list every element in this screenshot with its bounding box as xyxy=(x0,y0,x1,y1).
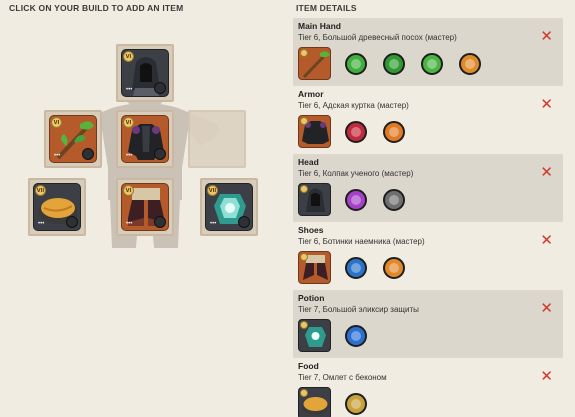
quality-icon xyxy=(154,82,166,94)
detail-row-head: Head Tier 6, Колпак ученого (мастер) ✕ xyxy=(293,154,563,222)
slot-armor[interactable]: VI ••• xyxy=(116,110,174,168)
grey-spell-icon[interactable] xyxy=(383,188,405,211)
quality-dots: ••• xyxy=(126,153,133,159)
scholar-cowl-icon[interactable] xyxy=(298,183,331,216)
slot-name: Armor xyxy=(298,89,324,99)
quality-icon xyxy=(82,148,94,160)
slot-name: Shoes xyxy=(298,225,324,235)
orange-spell-icon[interactable] xyxy=(383,120,405,143)
quality-dots: ••• xyxy=(210,221,217,227)
great-nature-staff-icon[interactable] xyxy=(298,47,331,80)
slot-name: Food xyxy=(298,361,319,371)
tier-badge: VI xyxy=(123,185,134,196)
quality-dots: ••• xyxy=(126,87,133,93)
detail-row-food: Food Tier 7, Омлет с беконом ✕ xyxy=(293,358,563,417)
slot-shoes[interactable]: VI ••• xyxy=(116,178,174,236)
nature-spell-3-icon[interactable] xyxy=(421,52,443,75)
item-name: Tier 7, Большой эликсир защиты xyxy=(298,305,419,314)
build-title: CLICK ON YOUR BUILD TO ADD AN ITEM xyxy=(9,3,184,13)
nature-spell-2-icon[interactable] xyxy=(383,52,405,75)
item-name: Tier 6, Большой древесный посох (мастер) xyxy=(298,33,457,42)
item-details-panel: Main Hand Tier 6, Большой древесный посо… xyxy=(293,18,563,417)
detail-row-armor: Armor Tier 6, Адская куртка (мастер) ✕ xyxy=(293,86,563,154)
detail-row-shoes: Shoes Tier 6, Ботинки наемника (мастер) … xyxy=(293,222,563,290)
detail-row-main-hand: Main Hand Tier 6, Большой древесный посо… xyxy=(293,18,563,86)
mercenary-shoes-icon[interactable] xyxy=(298,251,331,284)
remove-item-button[interactable]: ✕ xyxy=(540,369,553,384)
omelette-icon[interactable] xyxy=(298,387,331,417)
nature-spell-1-icon[interactable] xyxy=(345,52,367,75)
quality-icon xyxy=(154,216,166,228)
quality-dots: ••• xyxy=(126,221,133,227)
slot-name: Potion xyxy=(298,293,325,303)
remove-item-button[interactable]: ✕ xyxy=(540,301,553,316)
blue-spell-icon[interactable] xyxy=(345,256,367,279)
quality-icon xyxy=(154,148,166,160)
item-name: Tier 7, Омлет с беконом xyxy=(298,373,387,382)
slot-main-hand[interactable]: VI ••• xyxy=(44,110,102,168)
food-item-card: VII ••• xyxy=(33,183,81,231)
detail-row-potion: Potion Tier 7, Большой эликсир защиты ✕ xyxy=(293,290,563,358)
details-title: ITEM DETAILS xyxy=(296,3,357,13)
armor-item-card: VI ••• xyxy=(121,115,169,163)
tier-badge: VI xyxy=(123,117,134,128)
quality-icon xyxy=(66,216,78,228)
red-spell-icon[interactable] xyxy=(345,120,367,143)
slot-head[interactable]: VI ••• xyxy=(116,44,174,102)
build-area: VI ••• VI ••• VI ••• VII ••• VI ••• VII … xyxy=(0,18,290,417)
passive-orange-icon[interactable] xyxy=(459,52,481,75)
head-item-card: VI ••• xyxy=(121,49,169,97)
remove-item-button[interactable]: ✕ xyxy=(540,233,553,248)
slot-name: Head xyxy=(298,157,319,167)
main-hand-item-card: VI ••• xyxy=(49,115,97,163)
slot-potion[interactable]: VII ••• xyxy=(200,178,258,236)
tier-badge: VI xyxy=(123,51,134,62)
item-name: Tier 6, Колпак ученого (мастер) xyxy=(298,169,414,178)
quality-dots: ••• xyxy=(54,153,61,159)
tier-badge: VII xyxy=(35,185,46,196)
potion-item-card: VII ••• xyxy=(205,183,253,231)
remove-item-button[interactable]: ✕ xyxy=(540,97,553,112)
purple-spell-icon[interactable] xyxy=(345,188,367,211)
quality-icon xyxy=(238,216,250,228)
orange-spell-icon[interactable] xyxy=(383,256,405,279)
tier-badge: VI xyxy=(51,117,62,128)
remove-item-button[interactable]: ✕ xyxy=(540,165,553,180)
hellion-jacket-icon[interactable] xyxy=(298,115,331,148)
quality-dots: ••• xyxy=(38,221,45,227)
item-name: Tier 6, Адская куртка (мастер) xyxy=(298,101,409,110)
tier-badge: VII xyxy=(207,185,218,196)
food-buff-icon[interactable] xyxy=(345,392,367,415)
item-name: Tier 6, Ботинки наемника (мастер) xyxy=(298,237,425,246)
blue-spell-icon[interactable] xyxy=(345,324,367,347)
remove-item-button[interactable]: ✕ xyxy=(540,29,553,44)
slot-off-hand[interactable] xyxy=(188,110,246,168)
slot-name: Main Hand xyxy=(298,21,341,31)
resistance-potion-icon[interactable] xyxy=(298,319,331,352)
shoes-item-card: VI ••• xyxy=(121,183,169,231)
slot-food[interactable]: VII ••• xyxy=(28,178,86,236)
